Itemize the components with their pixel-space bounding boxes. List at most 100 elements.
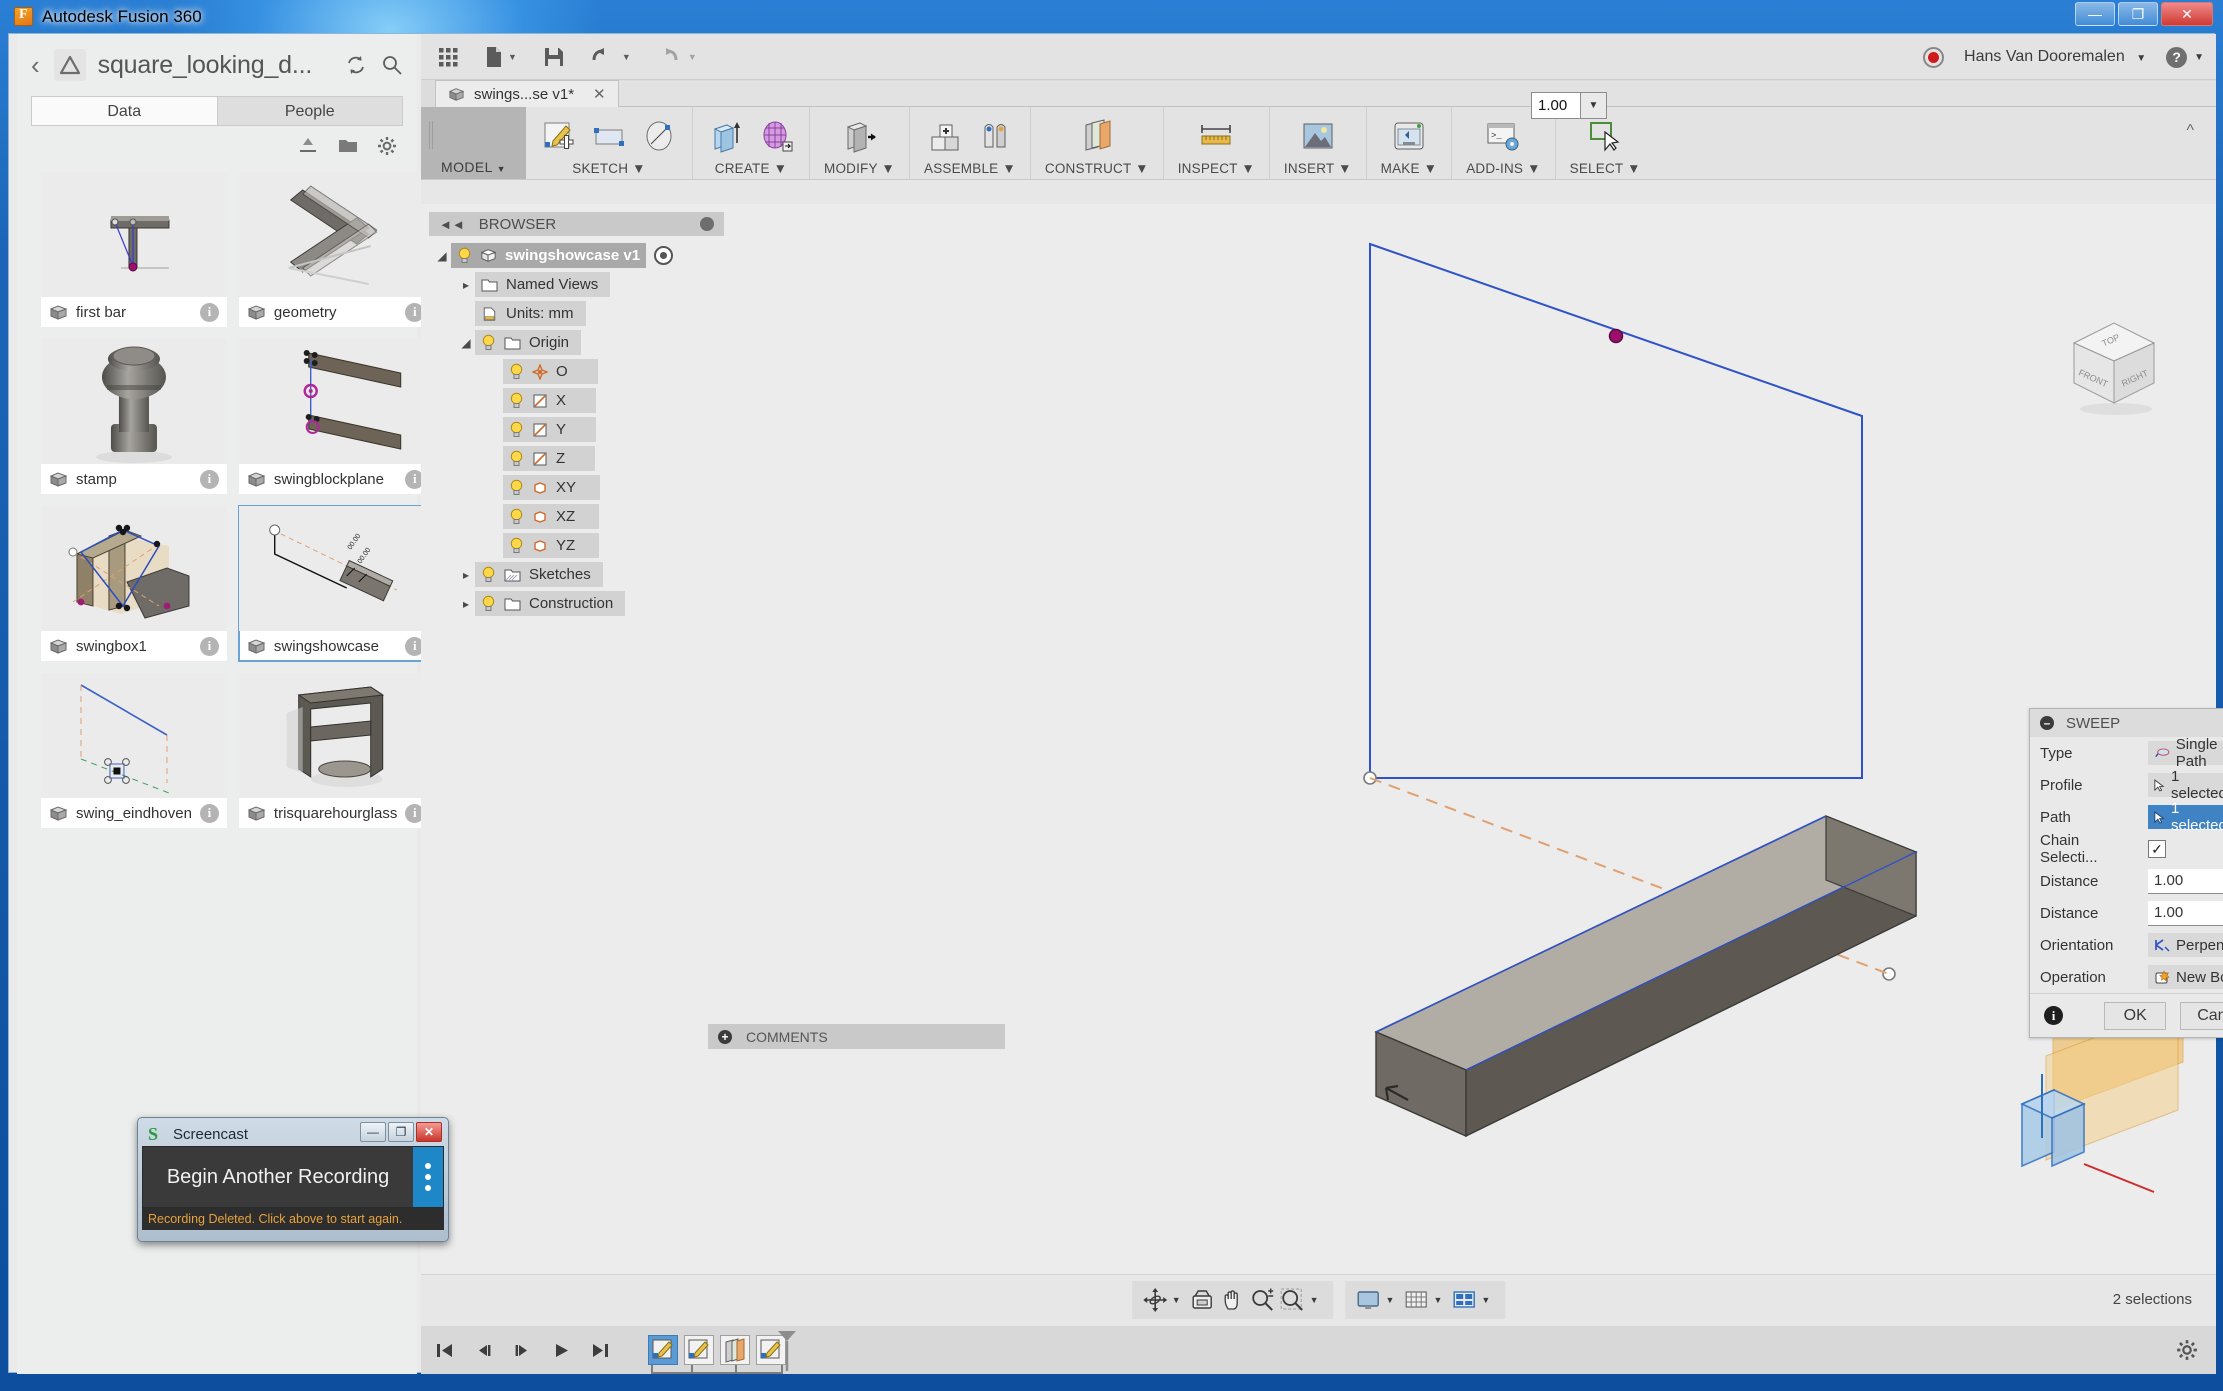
tree-item-axis-y[interactable]: Y — [503, 417, 597, 442]
plus-icon[interactable]: + — [718, 1029, 732, 1044]
timeline-feature-plane[interactable] — [720, 1335, 750, 1365]
save-icon[interactable] — [543, 46, 565, 68]
close-tab-icon[interactable]: ✕ — [593, 85, 606, 103]
info-icon[interactable]: i — [199, 803, 219, 823]
tree-row[interactable]: ▸ Named Views — [429, 271, 729, 298]
component-activated-badge[interactable] — [654, 246, 674, 265]
scale-dropdown-arrow[interactable]: ▼ — [1581, 92, 1607, 119]
step-forward-icon[interactable] — [513, 1341, 532, 1360]
orbit-icon[interactable] — [1142, 1287, 1168, 1313]
ok-button[interactable]: OK — [2104, 1001, 2167, 1030]
info-icon[interactable]: i — [199, 302, 219, 322]
tree-row[interactable]: ◢ Origin — [429, 329, 729, 356]
3d-print-icon[interactable] — [1390, 117, 1428, 155]
step-back-icon[interactable] — [474, 1341, 493, 1360]
list-item-selected[interactable]: 00.00 00.00 swingshowcase i — [237, 505, 434, 662]
list-item[interactable]: stamp i — [41, 339, 227, 494]
zoom-window-icon[interactable] — [1280, 1287, 1306, 1313]
ribbon-group-label[interactable]: CONSTRUCT ▼ — [1045, 161, 1149, 176]
chevron-down-icon[interactable]: ▼ — [1310, 1295, 1319, 1305]
scripts-addins-icon[interactable]: >_ — [1484, 117, 1522, 155]
rectangle-icon[interactable] — [590, 117, 628, 155]
tab-people[interactable]: People — [216, 96, 403, 126]
tree-item-construction[interactable]: Construction — [475, 591, 626, 616]
info-icon[interactable]: i — [2044, 1006, 2063, 1025]
skip-end-icon[interactable] — [591, 1341, 610, 1360]
ribbon-group-label[interactable]: ADD-INS ▼ — [1466, 161, 1540, 176]
list-item[interactable]: trisquarehourglass i — [238, 673, 433, 828]
tree-row[interactable]: ▸ Construction — [429, 590, 729, 617]
close-button[interactable]: ✕ — [2161, 2, 2213, 26]
tree-row[interactable]: Y — [429, 416, 729, 443]
viewport-canvas[interactable] — [736, 204, 2216, 1324]
twisty-expanded-icon[interactable]: ◢ — [457, 336, 475, 350]
chevron-up-icon[interactable]: ^ — [2186, 122, 2194, 140]
record-icon[interactable] — [1923, 46, 1945, 68]
ribbon-group-label[interactable]: ASSEMBLE ▼ — [924, 161, 1016, 176]
revolve-icon[interactable] — [757, 117, 795, 155]
tree-item-axis-x[interactable]: X — [503, 388, 597, 413]
grid-apps-icon[interactable] — [437, 46, 459, 68]
profile-selection-button[interactable]: 1 selected — [2148, 768, 2223, 802]
tree-item-plane-yz[interactable]: YZ — [503, 533, 600, 558]
cancel-button[interactable]: Cancel — [2180, 1001, 2223, 1030]
chevron-down-icon[interactable]: ▼ — [1172, 1295, 1181, 1305]
tree-item-origin[interactable]: Origin — [475, 330, 582, 355]
chain-selection-checkbox[interactable]: ✓ — [2148, 840, 2166, 858]
tree-row[interactable]: ▸ Sketches — [429, 561, 729, 588]
tree-item-axis-z[interactable]: Z — [503, 446, 596, 471]
type-dropdown[interactable]: Single Path ▼ — [2148, 736, 2223, 770]
list-item[interactable]: swingbox1 i — [41, 506, 227, 661]
tab-data[interactable]: Data — [31, 96, 217, 126]
pan-icon[interactable] — [1220, 1287, 1246, 1313]
sweep-dialog[interactable]: – SWEEP Type Single Path ▼ Profile — [2029, 708, 2223, 1038]
document-tab[interactable]: swings...se v1* ✕ — [435, 80, 619, 107]
offset-plane-icon[interactable] — [1078, 117, 1116, 155]
insert-image-icon[interactable] — [1299, 117, 1337, 155]
orientation-dropdown[interactable]: Perpendicular ▼ — [2148, 933, 2223, 957]
browser-pin-icon[interactable] — [700, 217, 714, 231]
look-at-icon[interactable] — [1190, 1287, 1216, 1313]
search-icon[interactable] — [381, 54, 403, 76]
tree-row[interactable]: O — [429, 358, 729, 385]
skip-start-icon[interactable] — [435, 1341, 454, 1360]
distance-input-2[interactable]: 1.00 ▼ — [2148, 900, 2223, 926]
tree-row[interactable]: Z — [429, 445, 729, 472]
tree-item-origin-point[interactable]: O — [503, 359, 598, 384]
chevron-down-icon[interactable]: ▼ — [1386, 1295, 1395, 1305]
back-icon[interactable]: ‹ — [31, 50, 40, 81]
timeline-feature-sketch-1[interactable] — [648, 1335, 678, 1365]
twisty-expanded-icon[interactable]: ◢ — [433, 249, 451, 263]
workspace-selector[interactable]: MODEL ▼ — [421, 107, 526, 179]
tree-row[interactable]: XY — [429, 474, 729, 501]
tree-item-named-views[interactable]: Named Views — [475, 272, 611, 297]
circle-icon[interactable] — [640, 117, 678, 155]
select-icon[interactable] — [1586, 117, 1624, 155]
collapse-left-icon[interactable]: ◄◄ — [439, 217, 465, 232]
path-selection-button[interactable]: 1 selected — [2148, 800, 2223, 834]
help-menu[interactable]: ? ▼ — [2166, 46, 2204, 68]
twisty-collapsed-icon[interactable]: ▸ — [457, 597, 475, 611]
screencast-close-button[interactable]: ✕ — [416, 1122, 442, 1142]
ribbon-group-label[interactable]: SELECT ▼ — [1570, 161, 1641, 176]
chevron-down-icon[interactable]: ▼ — [1433, 1295, 1442, 1305]
create-sketch-icon[interactable] — [540, 117, 578, 155]
joint-icon[interactable] — [976, 117, 1014, 155]
new-folder-icon[interactable] — [337, 136, 359, 156]
maximize-button[interactable]: ❐ — [2118, 2, 2158, 26]
settings-icon[interactable] — [377, 136, 397, 156]
new-file-icon[interactable]: ▼ — [485, 46, 517, 68]
redo-icon[interactable]: ▼ — [657, 47, 697, 66]
play-icon[interactable] — [552, 1341, 571, 1360]
undo-icon[interactable]: ▼ — [591, 47, 631, 66]
ribbon-group-label[interactable]: CREATE ▼ — [715, 161, 787, 176]
info-icon[interactable]: i — [199, 636, 219, 656]
tree-row[interactable]: ◢ swingshowcase v1 — [429, 242, 729, 269]
grid-snap-icon[interactable] — [1403, 1287, 1429, 1313]
press-pull-icon[interactable] — [840, 117, 878, 155]
gear-icon[interactable] — [2176, 1339, 2198, 1361]
screencast-minimize-button[interactable]: — — [360, 1122, 386, 1142]
scale-input[interactable]: 1.00 — [1531, 92, 1581, 119]
view-cube[interactable]: TOP FRONT RIGHT — [2054, 309, 2174, 419]
screencast-action-area[interactable]: Begin Another Recording — [142, 1146, 444, 1208]
